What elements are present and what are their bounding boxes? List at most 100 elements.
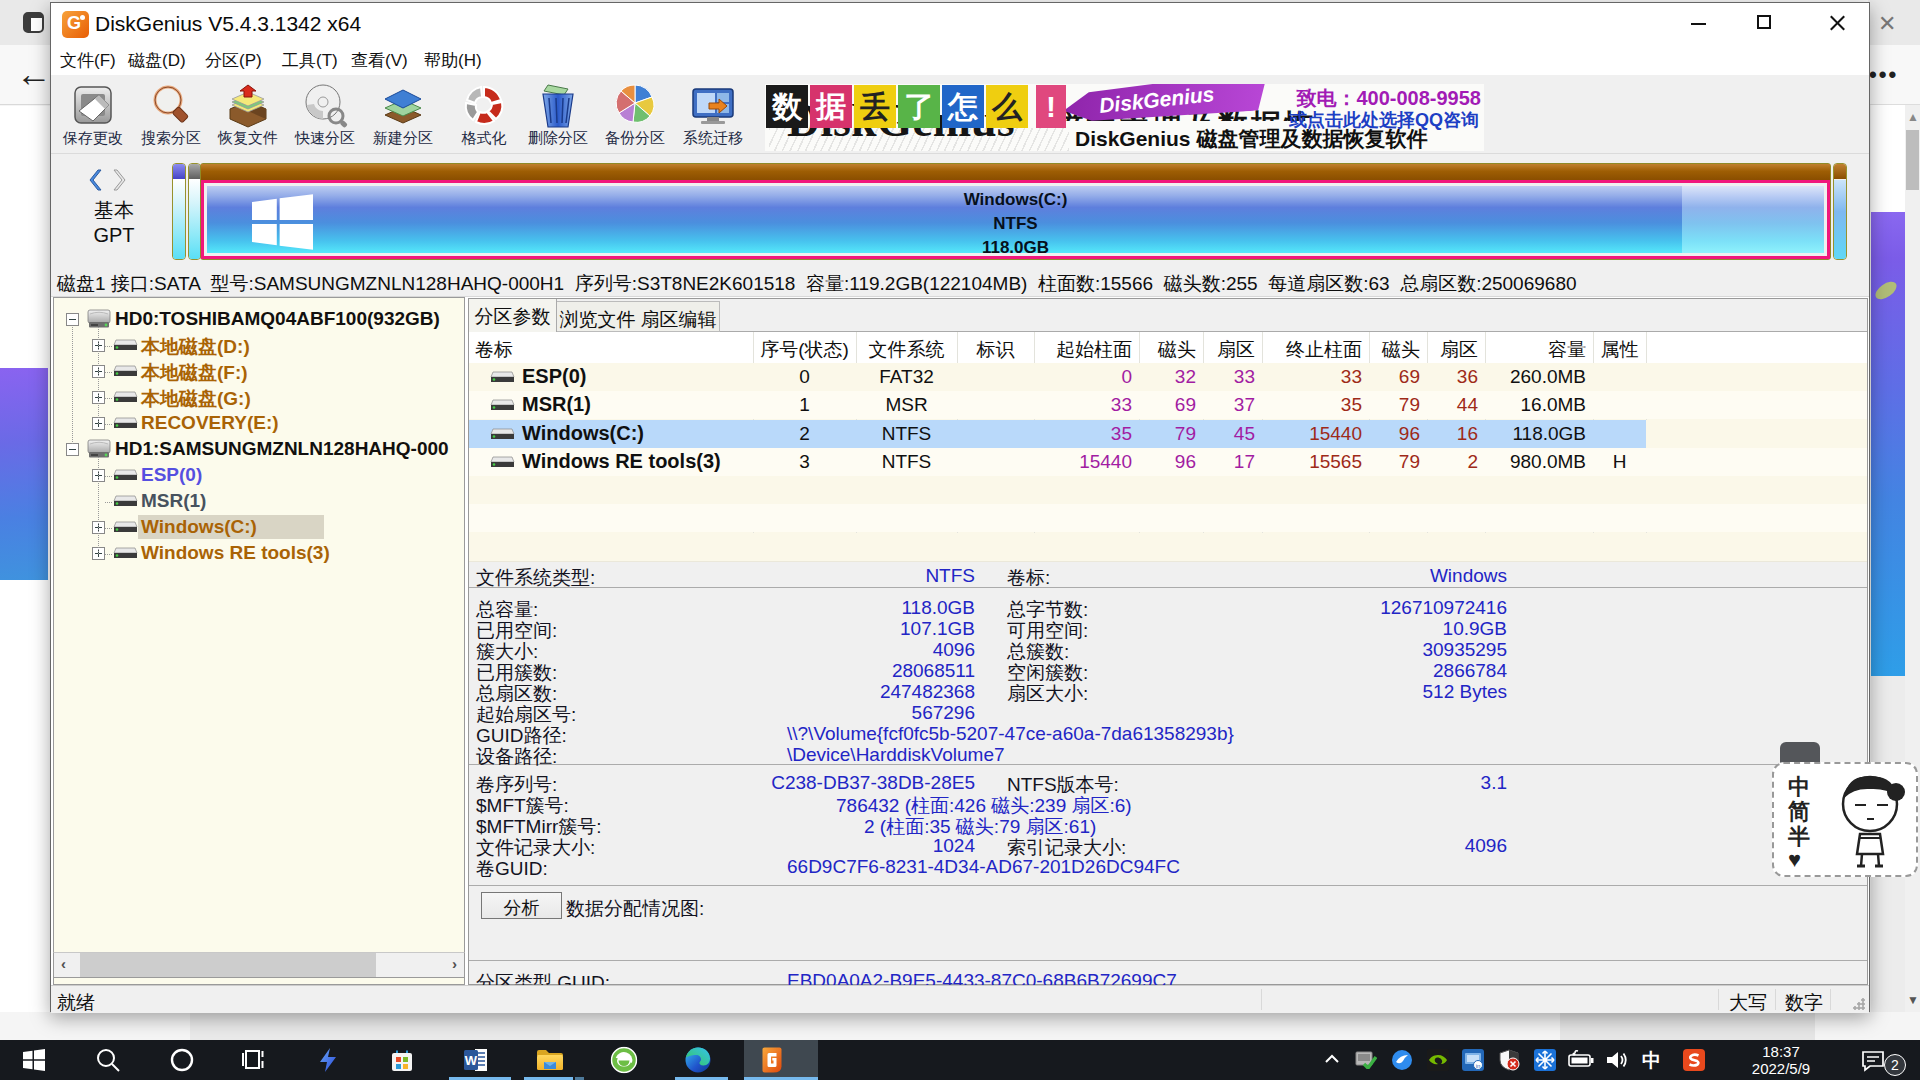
partition-bar-windows-c[interactable]: Windows(C:) NTFS 118.0GB: [200, 163, 1831, 260]
tree-item-esp-0-[interactable]: ESP(0): [54, 463, 464, 489]
tray-sogou-icon[interactable]: [1683, 1049, 1707, 1071]
column-header-6[interactable]: 扇区: [1203, 337, 1255, 363]
toolbar-button-trash-bin[interactable]: 删除分区: [519, 81, 597, 148]
detail-row-9: 卷序列号:C238-DB37-38DB-28E5NTFS版本号:3.1: [469, 772, 1867, 793]
column-header-9[interactable]: 扇区: [1427, 337, 1478, 363]
toolbar-button-migrate-monitor[interactable]: 系统迁移: [674, 81, 752, 148]
cell-capacity: 980.0MB: [1485, 451, 1586, 473]
tree-connector: [105, 528, 112, 529]
taskbar-start-icon[interactable]: [10, 1040, 58, 1080]
tray-defender-icon[interactable]: [1498, 1049, 1522, 1071]
notification-badge[interactable]: 2: [1884, 1054, 1906, 1076]
tree-scroll-right-icon[interactable]: ›: [452, 955, 457, 972]
taskbar-taskview-icon[interactable]: [230, 1040, 278, 1080]
column-header-5[interactable]: 磁头: [1139, 337, 1196, 363]
tree-item-msr-1-[interactable]: MSR(1): [54, 489, 464, 515]
bg-scroll-up-icon[interactable]: ▲: [1907, 110, 1919, 124]
tree-horizontal-scrollbar[interactable]: ‹ ›: [53, 952, 465, 978]
tree-item-hd0-toshibamq04abf100-932gb-[interactable]: HD0:TOSHIBAMQ04ABF100(932GB): [54, 307, 464, 333]
tree-item--f-[interactable]: 本地磁盘(F:): [54, 359, 464, 385]
bg-menu-dots-icon[interactable]: •••: [1869, 68, 1898, 82]
tray-chevron-icon[interactable]: [1322, 1049, 1346, 1071]
taskbar-store-icon[interactable]: [378, 1040, 426, 1080]
taskbar-diskgenius-icon[interactable]: [748, 1040, 796, 1080]
tree-item-label: RECOVERY(E:): [141, 412, 279, 434]
tray-notification-icon[interactable]: [1860, 1049, 1884, 1071]
tree-item-recovery-e-[interactable]: RECOVERY(E:): [54, 411, 464, 437]
tree-item--g-[interactable]: 本地磁盘(G:): [54, 385, 464, 411]
tray-battery-icon[interactable]: [1568, 1049, 1592, 1071]
taskbar-word-icon[interactable]: W: [452, 1040, 500, 1080]
tab-partition-params[interactable]: 分区参数: [469, 299, 557, 332]
tree-scrollbar-thumb[interactable]: [80, 953, 376, 977]
column-header-7[interactable]: 终止柱面: [1262, 337, 1362, 363]
column-header-1[interactable]: 序号(状态): [753, 337, 856, 363]
bg-close-icon[interactable]: ✕: [1878, 13, 1896, 35]
bg-scroll-down-icon[interactable]: ▼: [1907, 993, 1919, 1007]
bg-tab-icon[interactable]: [23, 12, 44, 33]
close-button[interactable]: [1807, 3, 1865, 43]
column-header-3[interactable]: 标识: [957, 337, 1034, 363]
tab-browse-files[interactable]: 浏览文件: [557, 301, 639, 332]
tray-update-icon[interactable]: [1355, 1049, 1379, 1071]
toolbar-button-layers-new[interactable]: 新建分区: [364, 81, 442, 148]
partition-bar-re-tools[interactable]: [1833, 163, 1847, 260]
tree-expand-minus-icon[interactable]: [66, 313, 79, 326]
resize-grip[interactable]: [1853, 998, 1865, 1010]
tree-expand-minus-icon[interactable]: [66, 443, 79, 456]
tree-item-windows-re-tools-3-[interactable]: Windows RE tools(3): [54, 541, 464, 567]
menu-item-4[interactable]: 查看(V): [351, 49, 408, 72]
table-row-windows-re-tools-3-[interactable]: Windows RE tools(3)3NTFS1544096171556579…: [469, 448, 1867, 476]
toolbar-button-cd-quick[interactable]: 快速分区: [286, 81, 364, 148]
menu-item-2[interactable]: 分区(P): [205, 49, 262, 72]
taskbar-cortana-icon[interactable]: [158, 1040, 206, 1080]
tray-intel-icon[interactable]: in: [1462, 1049, 1486, 1071]
column-header-4[interactable]: 起始柱面: [1034, 337, 1132, 363]
menu-item-0[interactable]: 文件(F): [60, 49, 116, 72]
bg-scrollbar-thumb[interactable]: [1906, 130, 1919, 190]
menu-item-5[interactable]: 帮助(H): [424, 49, 482, 72]
column-header-10[interactable]: 容量: [1485, 337, 1586, 363]
minimize-button[interactable]: [1669, 3, 1727, 43]
taskbar-search-icon[interactable]: [84, 1040, 132, 1080]
toolbar-button-recover-layers[interactable]: 恢复文件: [209, 81, 287, 148]
ad-qq-link[interactable]: 或点击此处选择QQ咨询: [1265, 108, 1479, 132]
maximize-button[interactable]: [1735, 3, 1793, 43]
ime-indicator[interactable]: 中: [1642, 1048, 1661, 1074]
toolbar-button-save-disk[interactable]: 保存更改: [54, 81, 132, 148]
tray-volume-icon[interactable]: [1605, 1049, 1629, 1071]
tree-scroll-left-icon[interactable]: ‹: [61, 955, 66, 972]
taskbar-flash-icon[interactable]: [304, 1040, 352, 1080]
meme-sticker[interactable]: 中 简 半 ♥: [1772, 762, 1918, 877]
tray-nvidia-icon[interactable]: [1427, 1049, 1451, 1071]
tree-item-hd1-samsungmznln128hahq-000[interactable]: HD1:SAMSUNGMZNLN128HAHQ-000: [54, 437, 464, 463]
cell-fs: NTFS: [856, 423, 957, 445]
partition-bar-esp[interactable]: [172, 163, 186, 260]
titlebar[interactable]: G DiskGenius V5.4.3.1342 x64: [51, 3, 1869, 45]
menu-item-3[interactable]: 工具(T): [282, 49, 338, 72]
table-row-msr-1-[interactable]: MSR(1)1MSR33693735794416.0MB: [469, 391, 1867, 419]
taskbar-explorer-icon[interactable]: [526, 1040, 574, 1080]
disk-nav-arrows[interactable]: [87, 168, 135, 192]
toolbar-button-format-ring[interactable]: 格式化: [445, 81, 523, 148]
toolbar-button-backup-pie[interactable]: 备份分区: [596, 81, 674, 148]
taskbar-360-icon[interactable]: [600, 1040, 648, 1080]
column-header-0[interactable]: 卷标: [475, 337, 513, 363]
table-row-esp-0-[interactable]: ESP(0)0FAT3203233336936260.0MB: [469, 363, 1867, 391]
analyze-button[interactable]: 分析: [481, 892, 562, 919]
column-header-2[interactable]: 文件系统: [856, 337, 957, 363]
taskbar-edge-icon[interactable]: [674, 1040, 722, 1080]
taskbar-clock[interactable]: 18:37 2022/5/9: [1738, 1043, 1824, 1077]
table-row-windows-c-[interactable]: Windows(C:)2NTFS357945154409616118.0GB: [469, 420, 1867, 448]
tree-item--d-[interactable]: 本地磁盘(D:): [54, 333, 464, 359]
back-arrow-icon[interactable]: ←: [16, 56, 52, 92]
menu-item-1[interactable]: 磁盘(D): [128, 49, 186, 72]
toolbar-button-search-magnifier[interactable]: 搜索分区: [132, 81, 210, 148]
column-header-11[interactable]: 属性: [1593, 337, 1646, 363]
tray-thunder-icon[interactable]: [1391, 1049, 1415, 1071]
column-header-8[interactable]: 磁头: [1369, 337, 1420, 363]
tray-snowflake-icon[interactable]: [1534, 1049, 1558, 1071]
tab-sector-edit[interactable]: 扇区编辑: [638, 301, 720, 332]
tree-item-windows-c-[interactable]: Windows(C:): [54, 515, 464, 541]
ad-banner[interactable]: !么怎了丢据数DiskGenius DiskGenius 致电：400-008-…: [765, 84, 1484, 151]
